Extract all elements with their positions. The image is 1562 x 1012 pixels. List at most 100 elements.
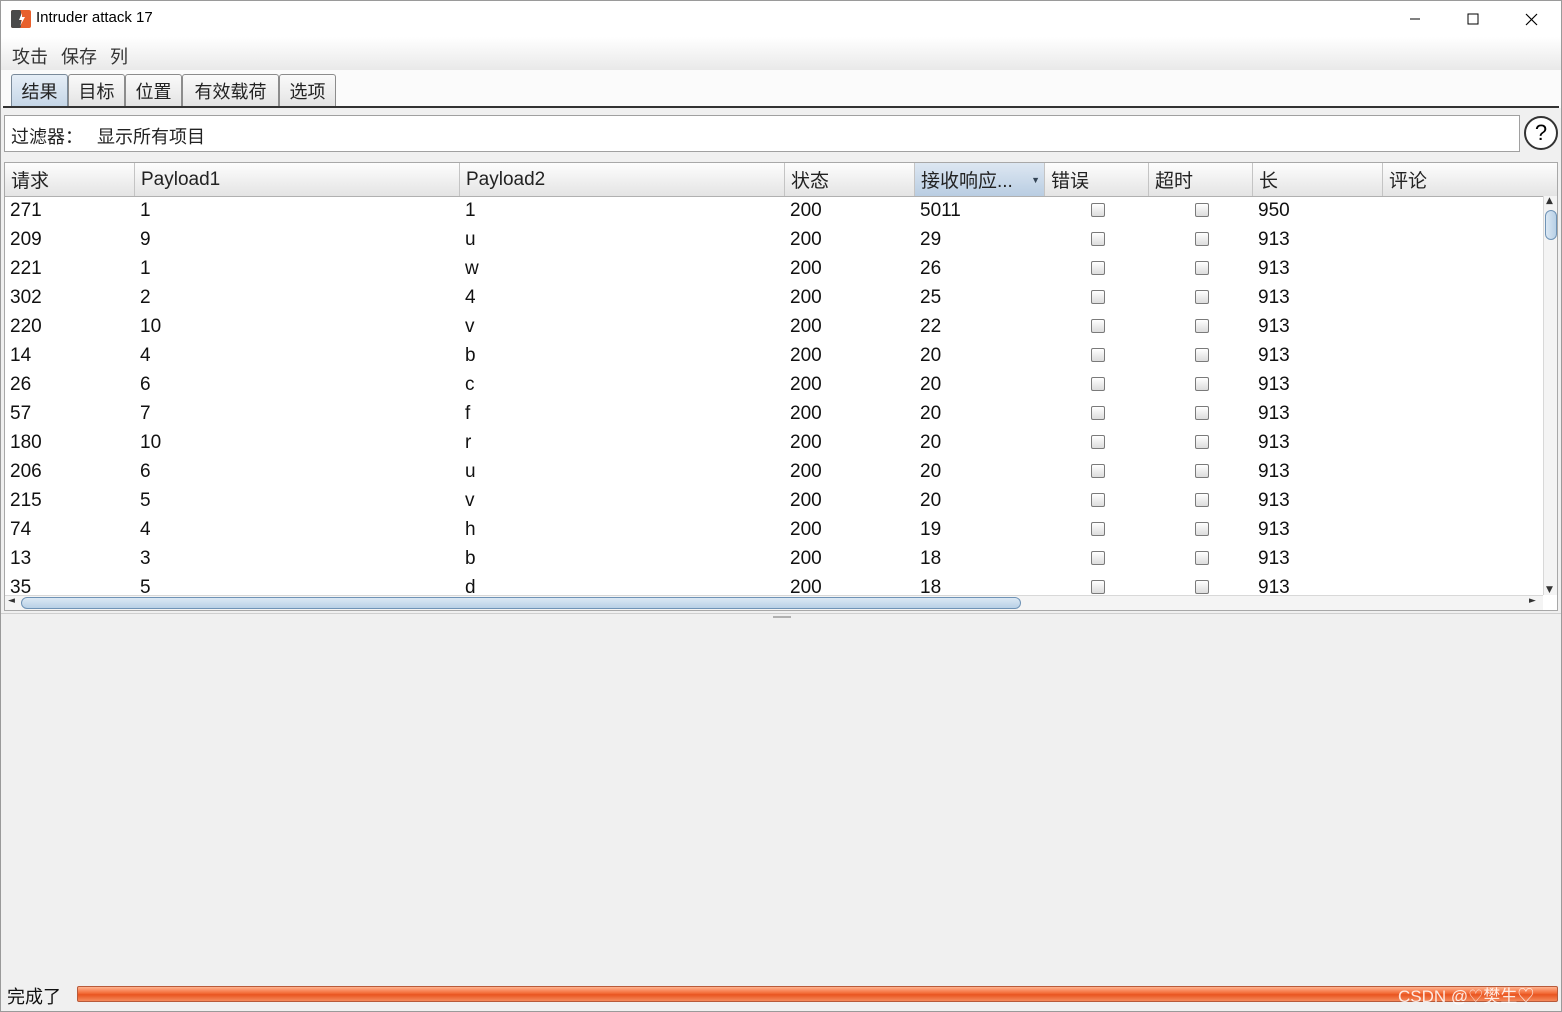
- cell-timeout-checkbox[interactable]: [1195, 203, 1209, 217]
- table-row[interactable]: 220 10 v 200 22 913: [5, 312, 1543, 341]
- column-header-request[interactable]: 请求: [5, 163, 135, 196]
- cell-length: 913: [1258, 402, 1290, 424]
- cell-error-checkbox[interactable]: [1091, 522, 1105, 536]
- column-header-response-received-label: 接收响应...: [921, 171, 1013, 192]
- cell-error-checkbox[interactable]: [1091, 493, 1105, 507]
- filter-bar[interactable]: 过滤器： 显示所有项目: [4, 115, 1520, 152]
- filter-label: 过滤器：: [11, 127, 83, 148]
- cell-payload2: b: [465, 547, 476, 569]
- tab-bar: 结果 目标 位置 有效载荷 选项: [1, 70, 1561, 108]
- cell-error-checkbox[interactable]: [1091, 406, 1105, 420]
- cell-response-time: 5011: [920, 199, 961, 221]
- cell-error-checkbox[interactable]: [1091, 580, 1105, 594]
- cell-status: 200: [790, 431, 822, 453]
- cell-timeout-checkbox[interactable]: [1195, 464, 1209, 478]
- cell-timeout-checkbox[interactable]: [1195, 290, 1209, 304]
- table-row[interactable]: 13 3 b 200 18 913: [5, 544, 1543, 573]
- table-row[interactable]: 35 5 d 200 18 913: [5, 573, 1543, 596]
- cell-error-checkbox[interactable]: [1091, 232, 1105, 246]
- splitter-grip-icon[interactable]: [773, 616, 791, 618]
- horizontal-scrollbar[interactable]: ◄ ►: [5, 595, 1543, 610]
- cell-payload1: 6: [140, 460, 151, 482]
- close-button[interactable]: [1502, 1, 1560, 37]
- cell-length: 913: [1258, 344, 1290, 366]
- column-header-comment[interactable]: 评论: [1383, 163, 1557, 196]
- cell-payload2: f: [465, 402, 471, 424]
- cell-status: 200: [790, 402, 822, 424]
- cell-request: 271: [10, 199, 42, 221]
- cell-request: 13: [10, 547, 32, 569]
- cell-error-checkbox[interactable]: [1091, 551, 1105, 565]
- minimize-button[interactable]: [1386, 1, 1444, 37]
- help-button[interactable]: ?: [1524, 116, 1558, 150]
- table-row[interactable]: 26 6 c 200 20 913: [5, 370, 1543, 399]
- cell-timeout-checkbox[interactable]: [1195, 261, 1209, 275]
- cell-error-checkbox[interactable]: [1091, 203, 1105, 217]
- table-row[interactable]: 271 1 1 200 5011 950: [5, 196, 1543, 225]
- table-row[interactable]: 14 4 b 200 20 913: [5, 341, 1543, 370]
- scroll-down-icon[interactable]: ▼: [1546, 585, 1553, 595]
- cell-payload2: v: [465, 315, 475, 337]
- vertical-scroll-thumb[interactable]: [1545, 210, 1557, 240]
- table-row[interactable]: 302 2 4 200 25 913: [5, 283, 1543, 312]
- cell-error-checkbox[interactable]: [1091, 348, 1105, 362]
- cell-error-checkbox[interactable]: [1091, 319, 1105, 333]
- cell-timeout-checkbox[interactable]: [1195, 232, 1209, 246]
- horizontal-scroll-thumb[interactable]: [21, 597, 1021, 609]
- table-row[interactable]: 209 9 u 200 29 913: [5, 225, 1543, 254]
- cell-request: 209: [10, 228, 42, 250]
- cell-status: 200: [790, 518, 822, 540]
- cell-length: 950: [1258, 199, 1290, 221]
- column-header-payload2[interactable]: Payload2: [460, 163, 785, 196]
- cell-status: 200: [790, 489, 822, 511]
- table-row[interactable]: 221 1 w 200 26 913: [5, 254, 1543, 283]
- table-row[interactable]: 206 6 u 200 20 913: [5, 457, 1543, 486]
- detail-pane: [1, 620, 1561, 982]
- column-header-error[interactable]: 错误: [1045, 163, 1149, 196]
- cell-timeout-checkbox[interactable]: [1195, 319, 1209, 333]
- cell-error-checkbox[interactable]: [1091, 435, 1105, 449]
- tab-payloads[interactable]: 有效载荷: [182, 74, 279, 106]
- cell-payload2: r: [465, 431, 472, 453]
- vertical-scrollbar[interactable]: ▲ ▼: [1543, 196, 1557, 595]
- cell-payload2: u: [465, 460, 476, 482]
- maximize-button[interactable]: [1444, 1, 1502, 37]
- tab-divider: [3, 106, 1559, 108]
- scroll-up-icon[interactable]: ▲: [1546, 196, 1553, 206]
- scroll-left-icon[interactable]: ◄: [8, 596, 15, 606]
- cell-comment: [1383, 457, 1543, 486]
- cell-timeout-checkbox[interactable]: [1195, 435, 1209, 449]
- column-header-payload1[interactable]: Payload1: [135, 163, 460, 196]
- menu-attack[interactable]: 攻击: [12, 43, 48, 69]
- tab-positions[interactable]: 位置: [125, 74, 182, 106]
- cell-response-time: 26: [920, 257, 942, 279]
- cell-error-checkbox[interactable]: [1091, 464, 1105, 478]
- cell-error-checkbox[interactable]: [1091, 261, 1105, 275]
- cell-timeout-checkbox[interactable]: [1195, 348, 1209, 362]
- table-row[interactable]: 215 5 v 200 20 913: [5, 486, 1543, 515]
- cell-timeout-checkbox[interactable]: [1195, 580, 1209, 594]
- table-row[interactable]: 180 10 r 200 20 913: [5, 428, 1543, 457]
- column-header-timeout[interactable]: 超时: [1149, 163, 1253, 196]
- cell-timeout-checkbox[interactable]: [1195, 406, 1209, 420]
- column-header-length[interactable]: 长: [1253, 163, 1383, 196]
- cell-error-checkbox[interactable]: [1091, 290, 1105, 304]
- cell-payload2: w: [465, 257, 479, 279]
- cell-timeout-checkbox[interactable]: [1195, 522, 1209, 536]
- cell-status: 200: [790, 315, 822, 337]
- cell-timeout-checkbox[interactable]: [1195, 551, 1209, 565]
- tab-options[interactable]: 选项: [279, 74, 336, 106]
- tab-target[interactable]: 目标: [68, 74, 125, 106]
- cell-timeout-checkbox[interactable]: [1195, 493, 1209, 507]
- tab-results[interactable]: 结果: [11, 74, 68, 106]
- menu-columns[interactable]: 列: [110, 43, 128, 69]
- table-row[interactable]: 74 4 h 200 19 913: [5, 515, 1543, 544]
- title-bar[interactable]: Intruder attack 17: [1, 1, 1561, 37]
- table-row[interactable]: 57 7 f 200 20 913: [5, 399, 1543, 428]
- menu-save[interactable]: 保存: [61, 43, 97, 69]
- cell-timeout-checkbox[interactable]: [1195, 377, 1209, 391]
- column-header-response-received[interactable]: 接收响应... ▼: [915, 163, 1045, 196]
- cell-error-checkbox[interactable]: [1091, 377, 1105, 391]
- column-header-status[interactable]: 状态: [785, 163, 915, 196]
- scroll-right-icon[interactable]: ►: [1529, 596, 1536, 606]
